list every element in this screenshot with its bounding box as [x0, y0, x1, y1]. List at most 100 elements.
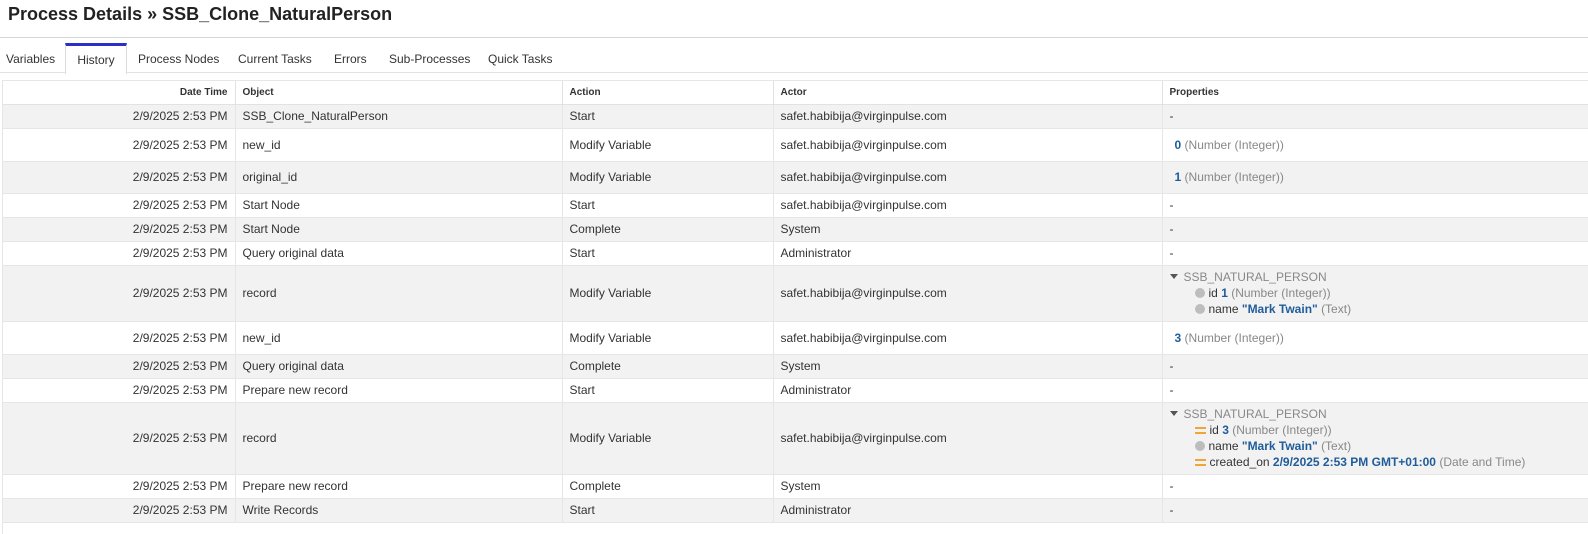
cell-actor: Administrator	[773, 241, 1163, 266]
history-table: Date Time Object Action Actor Properties…	[3, 81, 1588, 523]
tab-variables[interactable]: Variables	[6, 43, 55, 73]
property-type: (Number (Integer))	[1184, 137, 1284, 152]
tab-history[interactable]: History	[65, 43, 127, 74]
table-row: 2/9/2025 2:53 PM Start Node Start safet.…	[3, 193, 1588, 218]
field-value: 1	[1221, 286, 1228, 300]
table-row: 2/9/2025 2:53 PM Query original data Sta…	[3, 241, 1588, 266]
cell-datetime: 2/9/2025 2:53 PM	[3, 378, 236, 403]
cell-actor: Administrator	[773, 498, 1163, 523]
property-value: 1	[1174, 170, 1182, 184]
changed-icon	[1194, 426, 1206, 435]
cell-datetime: 2/9/2025 2:53 PM	[3, 217, 236, 242]
cell-action: Complete	[562, 217, 774, 242]
table-row: 2/9/2025 2:53 PM Write Records Start Adm…	[3, 498, 1588, 523]
property-type: (Number (Integer))	[1184, 330, 1284, 345]
cell-action: Start	[562, 104, 774, 129]
cell-datetime: 2/9/2025 2:53 PM	[3, 104, 236, 129]
field-key: id	[1209, 423, 1219, 437]
cell-properties: -	[1162, 241, 1588, 266]
cell-actor: safet.habibija@virginpulse.com	[773, 161, 1163, 194]
table-row: 2/9/2025 2:53 PM original_id Modify Vari…	[3, 161, 1588, 194]
cell-action: Complete	[562, 354, 774, 379]
cell-object: Query original data	[235, 241, 563, 266]
cell-object: Query original data	[235, 354, 563, 379]
cell-properties: -	[1162, 104, 1588, 129]
tree-root-label: SSB_NATURAL_PERSON	[1183, 407, 1327, 421]
cell-datetime: 2/9/2025 2:53 PM	[3, 321, 236, 355]
table-row: 2/9/2025 2:53 PM SSB_Clone_NaturalPerson…	[3, 104, 1588, 129]
field-key: name	[1208, 302, 1239, 316]
cell-datetime: 2/9/2025 2:53 PM	[3, 193, 236, 218]
column-header-action[interactable]: Action	[562, 81, 774, 105]
property-tree: SSB_NATURAL_PERSON id 3 (Number (Integer…	[1169, 406, 1582, 470]
cell-actor: System	[773, 217, 1163, 242]
cell-action: Modify Variable	[562, 128, 774, 162]
cell-actor: safet.habibija@virginpulse.com	[773, 104, 1163, 129]
tree-root-label: SSB_NATURAL_PERSON	[1183, 270, 1327, 284]
table-row: 2/9/2025 2:53 PM record Modify Variable …	[3, 265, 1588, 322]
collapse-caret-icon[interactable]	[1169, 411, 1178, 416]
cell-properties: -	[1162, 354, 1588, 379]
column-header-datetime[interactable]: Date Time	[3, 81, 236, 105]
cell-datetime: 2/9/2025 2:53 PM	[3, 161, 236, 194]
tab-process-nodes[interactable]: Process Nodes	[138, 43, 219, 73]
cell-object: Start Node	[235, 193, 563, 218]
table-row: 2/9/2025 2:53 PM Start Node Complete Sys…	[3, 217, 1588, 242]
cell-action: Modify Variable	[562, 321, 774, 355]
tab-sub-processes[interactable]: Sub-Processes	[389, 43, 470, 73]
table-row: 2/9/2025 2:53 PM Prepare new record Comp…	[3, 474, 1588, 499]
tree-field: name "Mark Twain" (Text)	[1170, 438, 1582, 454]
page-title: Process Details » SSB_Clone_NaturalPerso…	[8, 4, 393, 24]
cell-datetime: 2/9/2025 2:53 PM	[3, 498, 236, 523]
collapse-caret-icon[interactable]	[1169, 274, 1178, 279]
cell-properties: -	[1162, 474, 1588, 499]
tree-field: created_on 2/9/2025 2:53 PM GMT+01:00 (D…	[1170, 454, 1582, 470]
tree-field: id 1 (Number (Integer))	[1170, 285, 1582, 301]
cell-properties: 1 (Number (Integer))	[1162, 161, 1588, 194]
column-header-actor[interactable]: Actor	[773, 81, 1163, 105]
field-key: name	[1208, 439, 1239, 453]
tab-quick-tasks[interactable]: Quick Tasks	[488, 43, 552, 73]
cell-object: record	[235, 265, 563, 322]
tree-root[interactable]: SSB_NATURAL_PERSON	[1169, 406, 1582, 422]
column-header-object[interactable]: Object	[235, 81, 563, 105]
cell-properties: 0 (Number (Integer))	[1162, 128, 1588, 162]
cell-properties: -	[1162, 378, 1588, 403]
cell-action: Start	[562, 193, 774, 218]
cell-actor: safet.habibija@virginpulse.com	[773, 402, 1163, 475]
cell-actor: Administrator	[773, 378, 1163, 403]
cell-object: new_id	[235, 128, 563, 162]
tree-root[interactable]: SSB_NATURAL_PERSON	[1169, 269, 1582, 285]
cell-properties: -	[1162, 217, 1588, 242]
table-row: 2/9/2025 2:53 PM Query original data Com…	[3, 354, 1588, 379]
tab-current-tasks[interactable]: Current Tasks	[238, 43, 312, 73]
property-value: 0	[1174, 137, 1182, 152]
unchanged-dot-icon	[1194, 441, 1205, 451]
unchanged-dot-icon	[1194, 304, 1205, 314]
cell-object: original_id	[235, 161, 563, 194]
cell-properties: SSB_NATURAL_PERSON id 1 (Number (Integer…	[1162, 265, 1588, 322]
cell-actor: System	[773, 354, 1163, 379]
field-type: (Text)	[1321, 302, 1352, 316]
cell-datetime: 2/9/2025 2:53 PM	[3, 354, 236, 379]
tab-bar: Variables History Process Nodes Current …	[0, 43, 1588, 74]
column-header-properties[interactable]: Properties	[1162, 81, 1588, 105]
cell-datetime: 2/9/2025 2:53 PM	[3, 474, 236, 499]
field-type: (Number (Integer))	[1231, 286, 1331, 300]
cell-datetime: 2/9/2025 2:53 PM	[3, 265, 236, 322]
cell-properties: 3 (Number (Integer))	[1162, 321, 1588, 355]
field-type: (Number (Integer))	[1232, 423, 1332, 437]
cell-action: Start	[562, 241, 774, 266]
cell-object: new_id	[235, 321, 563, 355]
cell-actor: System	[773, 474, 1163, 499]
field-type: (Text)	[1321, 439, 1352, 453]
table-row: 2/9/2025 2:53 PM Prepare new record Star…	[3, 378, 1588, 403]
table-row: 2/9/2025 2:53 PM new_id Modify Variable …	[3, 321, 1588, 355]
cell-object: Prepare new record	[235, 474, 563, 499]
changed-icon	[1194, 458, 1206, 467]
history-table-container: Date Time Object Action Actor Properties…	[2, 80, 1588, 534]
tab-errors[interactable]: Errors	[334, 43, 367, 73]
cell-action: Complete	[562, 474, 774, 499]
cell-action: Modify Variable	[562, 402, 774, 475]
table-row: 2/9/2025 2:53 PM new_id Modify Variable …	[3, 128, 1588, 162]
